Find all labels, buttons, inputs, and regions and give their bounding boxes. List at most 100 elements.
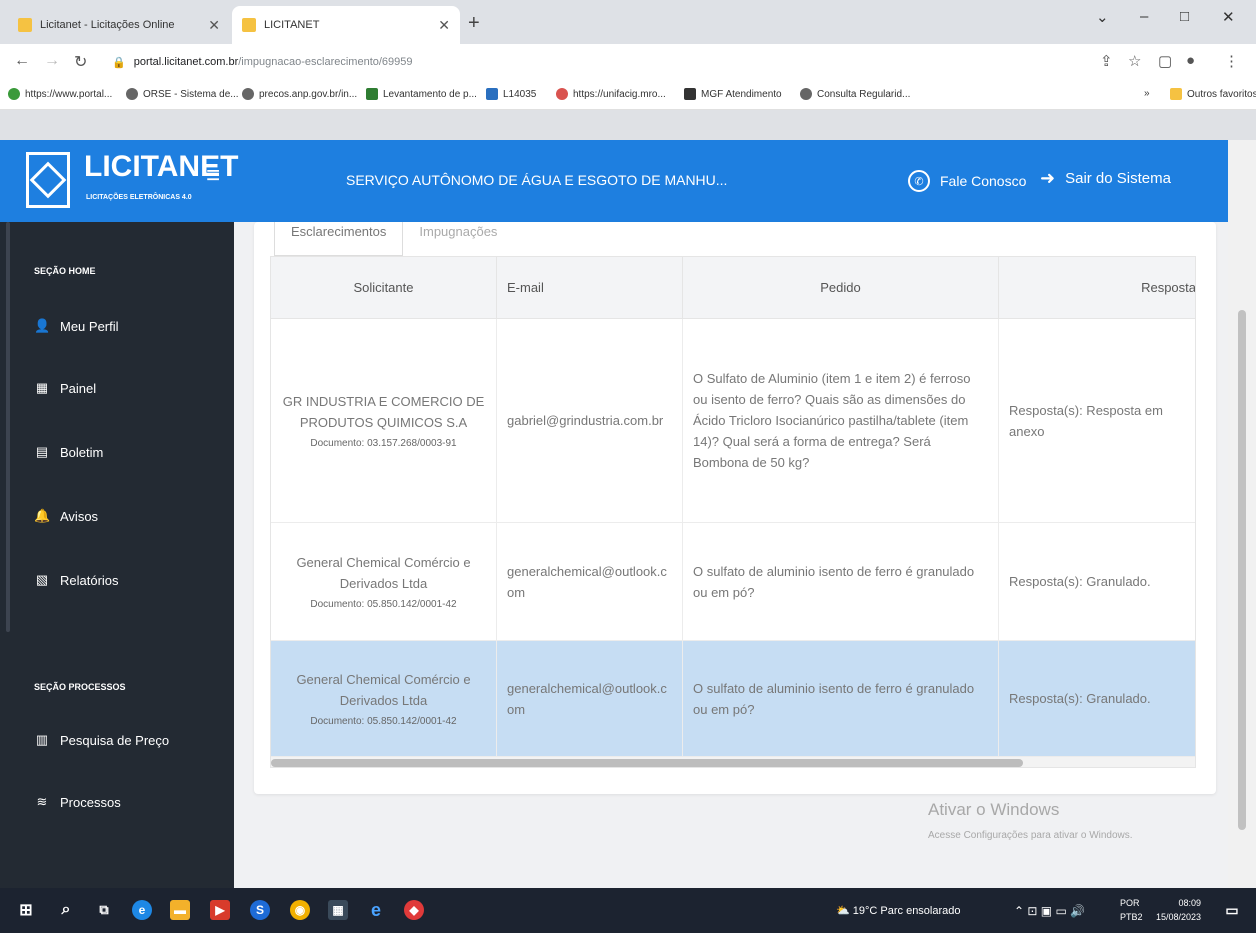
database-icon: ≋: [36, 794, 48, 809]
browser-tab-licitanet-online[interactable]: Licitanet - Licitações Online ✕: [8, 6, 230, 44]
calculator-icon[interactable]: ▦: [328, 900, 348, 920]
task-view-icon[interactable]: ⧉: [94, 900, 114, 920]
new-tab-button[interactable]: +: [468, 12, 480, 35]
bookmark-item[interactable]: https://www.portal...: [8, 88, 112, 100]
sidebar-section-home: SEÇÃO HOME: [34, 266, 96, 276]
maximize-button[interactable]: □: [1180, 8, 1189, 25]
weather-widget[interactable]: ⛅ 19°C Parc ensolarado: [836, 904, 961, 917]
close-tab-icon[interactable]: ✕: [208, 17, 220, 34]
minimize-button[interactable]: –: [1140, 8, 1148, 25]
sidebar-item-relatorios[interactable]: ▧ Relatórios: [34, 572, 119, 588]
address-bar[interactable]: 🔒 portal.licitanet.com.br/impugnacao-esc…: [112, 50, 1072, 74]
sidebar-item-painel[interactable]: ▦ Painel: [34, 380, 96, 396]
keyboard-layout: PTB2: [1120, 912, 1143, 922]
column-header-solicitante: Solicitante: [271, 257, 497, 319]
table-row[interactable]: General Chemical Comércio e Derivados Lt…: [271, 523, 1195, 641]
bookmark-label: Consulta Regularid...: [817, 88, 911, 100]
forward-arrow-icon[interactable]: →: [44, 52, 60, 70]
sidebar-item-processos[interactable]: ≋ Processos: [34, 794, 121, 810]
folder-icon: [1170, 88, 1182, 100]
chrome-icon[interactable]: ◉: [290, 900, 310, 920]
scrollbar-thumb[interactable]: [271, 759, 1023, 767]
table-header: Solicitante E-mail Pedido Resposta: [271, 257, 1195, 319]
internet-explorer-icon[interactable]: e: [366, 900, 386, 920]
content-tabs: Esclarecimentos Impugnações: [274, 222, 514, 256]
logout-button[interactable]: ➜ Sair do Sistema: [1040, 168, 1171, 189]
cell-email: generalchemical@outlook.com: [497, 641, 683, 756]
language-indicator[interactable]: POR PTB2: [1120, 896, 1143, 924]
edge-icon[interactable]: e: [132, 900, 152, 920]
sidebar-item-avisos[interactable]: 🔔 Avisos: [34, 508, 98, 524]
browser-tab-licitanet[interactable]: LICITANET ✕: [232, 6, 460, 44]
contact-button[interactable]: ✆ Fale Conosco: [908, 170, 1026, 192]
bookmark-label: https://www.portal...: [25, 88, 113, 100]
bookmark-item[interactable]: L14035: [486, 88, 536, 100]
table-row[interactable]: General Chemical Comércio e Derivados Lt…: [271, 641, 1195, 757]
search-icon[interactable]: ⌕: [56, 900, 76, 920]
other-bookmarks-folder[interactable]: Outros favoritos: [1170, 88, 1256, 100]
profile-avatar-icon[interactable]: ●: [1186, 52, 1195, 69]
scrollbar-thumb[interactable]: [1238, 310, 1246, 830]
tab-search-icon[interactable]: ⌄: [1096, 8, 1109, 26]
bookmark-item[interactable]: https://unifacig.mro...: [556, 88, 666, 100]
cell-solicitante: General Chemical Comércio e Derivados Lt…: [271, 523, 497, 640]
windows-start-icon[interactable]: ⊞: [16, 900, 36, 920]
browser-tabstrip: Licitanet - Licitações Online ✕ LICITANE…: [0, 0, 1256, 44]
requests-card: Esclarecimentos Impugnações Solicitante …: [254, 222, 1216, 794]
media-app-icon[interactable]: ▶: [210, 900, 230, 920]
hamburger-menu-icon[interactable]: ≡: [206, 162, 220, 190]
close-window-button[interactable]: ✕: [1222, 8, 1235, 26]
bookmark-item[interactable]: Consulta Regularid...: [800, 88, 910, 100]
bookmark-favicon-icon: [8, 88, 20, 100]
windows-taskbar: ⊞ ⌕ ⧉ e ▬ ▶ S ◉ ▦ e ◆ ⛅ 19°C Parc ensola…: [0, 888, 1256, 933]
taskbar-clock[interactable]: 08:09 15/08/2023: [1156, 896, 1201, 924]
whatsapp-icon: ✆: [908, 170, 930, 192]
anydesk-icon[interactable]: ◆: [404, 900, 424, 920]
sidebar-item-pesquisa-de-preco[interactable]: ▥ Pesquisa de Preço: [34, 732, 169, 748]
bookmark-item[interactable]: Levantamento de p...: [366, 88, 477, 100]
main-content: Esclarecimentos Impugnações Solicitante …: [234, 222, 1228, 888]
globe-icon: [800, 88, 812, 100]
sidebar-scrollbar[interactable]: [6, 222, 10, 632]
sidebar-item-boletim[interactable]: ▤ Boletim: [34, 444, 104, 460]
file-explorer-icon[interactable]: ▬: [170, 900, 190, 920]
close-tab-icon[interactable]: ✕: [438, 17, 450, 34]
bookmarks-more-button[interactable]: »: [1144, 88, 1150, 99]
mgf-icon: [684, 88, 696, 100]
back-arrow-icon[interactable]: ←: [14, 52, 30, 70]
weather-text: 19°C Parc ensolarado: [852, 905, 961, 917]
tab-esclarecimentos[interactable]: Esclarecimentos: [274, 222, 404, 256]
share-icon[interactable]: ⇪: [1100, 52, 1113, 70]
solicitante-name: General Chemical Comércio e Derivados Lt…: [296, 554, 471, 591]
reload-icon[interactable]: ↻: [74, 52, 87, 72]
table-horizontal-scrollbar[interactable]: [271, 757, 1195, 767]
price-search-icon: ▥: [35, 732, 49, 747]
solicitante-document: Documento: 03.157.268/0003-91: [310, 437, 457, 449]
spreadsheet-icon: [366, 88, 378, 100]
bookmark-item[interactable]: ORSE - Sistema de...: [126, 88, 239, 100]
bookmark-star-icon[interactable]: ☆: [1128, 52, 1141, 70]
page-vertical-scrollbar[interactable]: [1228, 222, 1256, 888]
bookmark-label: Levantamento de p...: [383, 88, 477, 100]
bookmark-item[interactable]: precos.anp.gov.br/in...: [242, 88, 357, 100]
clock-time: 08:09: [1178, 898, 1202, 908]
bookmarks-bar: https://www.portal... ORSE - Sistema de.…: [0, 80, 1256, 110]
cell-pedido: O Sulfato de Aluminio (item 1 e item 2) …: [683, 319, 999, 522]
table-row[interactable]: GR INDUSTRIA E COMERCIO DE PRODUTOS QUIM…: [271, 319, 1195, 523]
cell-email: generalchemical@outlook.com: [497, 523, 683, 640]
app-header: LICITANET LICITAÇÕES ELETRÔNICAS 4.0 ≡ S…: [0, 140, 1228, 222]
browser-menu-icon[interactable]: ⋮: [1224, 52, 1239, 70]
tab-impugnacoes[interactable]: Impugnações: [403, 222, 514, 256]
browser-tab-title: LICITANET: [264, 19, 320, 31]
notifications-icon[interactable]: ▭: [1222, 900, 1242, 920]
system-tray-icons[interactable]: ⌃ ⊡ ▣ ▭ 🔊: [1014, 904, 1085, 918]
side-panel-icon[interactable]: ▢: [1158, 52, 1172, 70]
logout-icon: ➜: [1040, 168, 1056, 188]
cell-solicitante: General Chemical Comércio e Derivados Lt…: [271, 641, 497, 756]
skype-icon[interactable]: S: [250, 900, 270, 920]
column-header-resposta: Resposta: [999, 257, 1195, 319]
bookmark-item[interactable]: MGF Atendimento: [684, 88, 782, 100]
watermark-title: Ativar o Windows: [928, 800, 1060, 819]
clock-date: 15/08/2023: [1156, 912, 1202, 922]
sidebar-item-meu-perfil[interactable]: 👤 Meu Perfil: [34, 318, 119, 334]
